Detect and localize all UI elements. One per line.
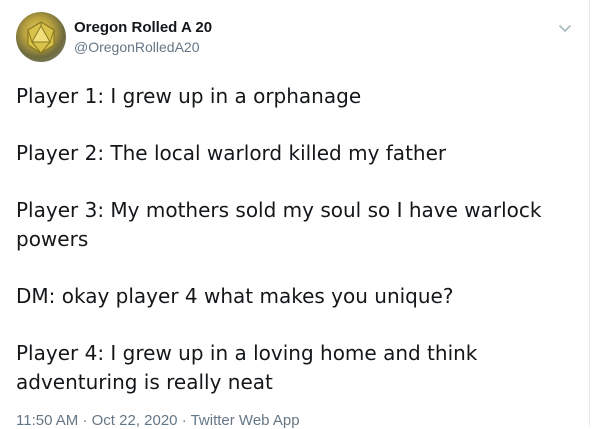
user-handle[interactable]: @OregonRolledA20 [74,38,212,56]
tweet-footer: 11:50 AM · Oct 22, 2020 · Twitter Web Ap… [16,412,300,429]
tweet-paragraph-4: DM: okay player 4 what makes you unique? [16,284,454,308]
tweet-paragraph-5: Player 4: I grew up in a loving home and… [16,341,478,394]
tweet-source-link[interactable]: Twitter Web App [191,412,300,429]
tweet-time-link[interactable]: 11:50 AM [16,412,78,429]
footer-separator: · [82,412,88,429]
display-name[interactable]: Oregon Rolled A 20 [74,19,212,37]
footer-separator-2: · [181,412,187,429]
tweet-date-link[interactable]: Oct 22, 2020 [92,412,178,429]
tweet-source: Twitter Web App [190,412,300,429]
tweet-date: Oct 22, 2020 [91,412,178,429]
tweet-paragraph-3: Player 3: My mothers sold my soul so I h… [16,198,542,251]
avatar[interactable] [16,12,66,62]
chevron-down-icon[interactable] [557,20,573,36]
tweet-text: Player 1: I grew up in a orphanage Playe… [16,82,576,425]
user-names: Oregon Rolled A 20 @OregonRolledA20 [74,19,212,56]
tweet-time: 11:50 AM [16,412,79,429]
tweet-header: Oregon Rolled A 20 @OregonRolledA20 [16,10,579,64]
tweet-paragraph-2: Player 2: The local warlord killed my fa… [16,141,447,165]
tweet-card: Oregon Rolled A 20 @OregonRolledA20 Play… [0,0,590,429]
tweet-paragraph-1: Player 1: I grew up in a orphanage [16,84,362,108]
d20-avatar-icon [27,21,55,54]
